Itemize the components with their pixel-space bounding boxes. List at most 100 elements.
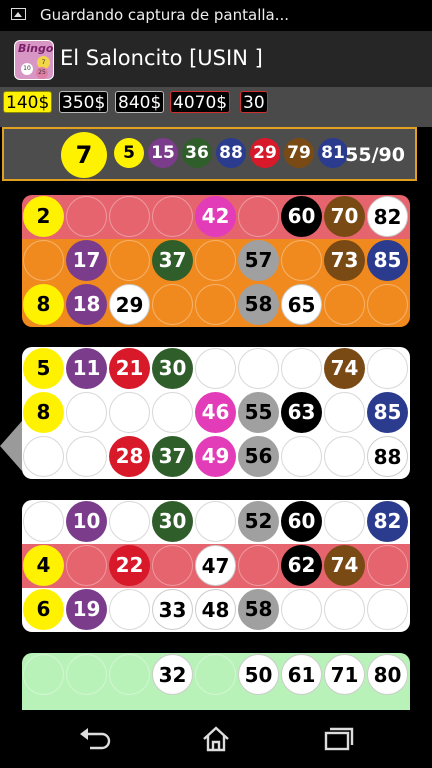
bingo-card[interactable]: 32 50 61 71 80 [22,653,410,710]
card-empty-cell [324,436,365,477]
app-logo-icon[interactable]: Bingo 10 7 25 [14,40,54,80]
card-number[interactable]: 62 [281,545,322,586]
card-number[interactable]: 22 [109,545,150,586]
bingo-card[interactable]: 10 30 52 60 82 4 22 47 62 74 6 19 33 48 58 [22,500,410,632]
card-number[interactable]: 18 [66,284,107,325]
card-empty-cell [367,545,408,586]
card-empty-cell [109,589,150,630]
card-number[interactable]: 21 [109,348,150,389]
card-number[interactable]: 52 [238,501,279,542]
card-empty-cell [23,240,64,281]
card-number[interactable]: 58 [238,284,279,325]
card-number[interactable]: 5 [23,348,64,389]
card-empty-cell [23,436,64,477]
card-number[interactable]: 8 [23,392,64,433]
card-number[interactable]: 33 [152,589,193,630]
card-number[interactable]: 50 [238,654,279,695]
recent-apps-icon[interactable] [316,724,356,754]
current-ball: 7 [61,132,107,178]
card-number[interactable]: 2 [23,196,64,237]
recent-ball: 29 [250,138,280,168]
bingo-card[interactable]: 5 11 21 30 74 8 46 55 63 85 28 37 49 56 88 [22,347,410,479]
card-number[interactable]: 56 [238,436,279,477]
card-number[interactable]: 61 [281,654,322,695]
card-number[interactable]: 37 [152,436,193,477]
card-empty-cell [109,392,150,433]
app-title-bar: Bingo 10 7 25 El Saloncito [USIN ] [0,31,432,87]
card-number[interactable]: 11 [66,348,107,389]
card-number[interactable]: 28 [109,436,150,477]
price-button-140[interactable]: 140$ [3,91,53,113]
card-number[interactable]: 29 [109,284,150,325]
card-number[interactable]: 63 [281,392,322,433]
logo-text: Bingo [18,42,54,55]
price-button-4070[interactable]: 4070$ [170,91,231,113]
card-number[interactable]: 47 [195,545,236,586]
card-number[interactable]: 73 [324,240,365,281]
card-empty-cell [324,392,365,433]
recent-ball: 36 [182,138,212,168]
card-empty-cell [281,240,322,281]
card-number[interactable]: 65 [281,284,322,325]
card-empty-cell [324,501,365,542]
card-empty-cell [195,240,236,281]
card-row: 10 30 52 60 82 [22,500,410,544]
card-number[interactable]: 42 [195,196,236,237]
card-number[interactable]: 57 [238,240,279,281]
card-number[interactable]: 37 [152,240,193,281]
card-empty-cell [281,589,322,630]
card-empty-cell [23,654,64,695]
card-empty-cell [324,284,365,325]
card-empty-cell [66,654,107,695]
card-number[interactable]: 49 [195,436,236,477]
card-number[interactable]: 80 [367,654,408,695]
card-empty-cell [66,196,107,237]
card-number[interactable]: 85 [367,392,408,433]
logo-ball: 10 [21,63,33,75]
card-empty-cell [238,545,279,586]
card-number[interactable]: 10 [66,501,107,542]
card-empty-cell [66,545,107,586]
app-title: El Saloncito [USIN ] [60,46,263,70]
card-number[interactable]: 60 [281,501,322,542]
logo-ball: 25 [36,67,48,79]
card-number[interactable]: 48 [195,589,236,630]
card-number[interactable]: 19 [66,589,107,630]
price-button-840[interactable]: 840$ [115,91,165,113]
card-number[interactable]: 71 [324,654,365,695]
card-number[interactable]: 88 [367,436,408,477]
card-number[interactable]: 4 [23,545,64,586]
card-empty-cell [195,501,236,542]
card-number[interactable]: 30 [152,501,193,542]
card-number[interactable]: 70 [324,196,365,237]
card-empty-cell [152,284,193,325]
price-button-350[interactable]: 350$ [59,91,109,113]
card-row: 6 19 33 48 58 [22,588,410,632]
card-number[interactable]: 32 [152,654,193,695]
bingo-card[interactable]: 2 42 60 70 82 17 37 57 73 85 8 18 29 58 65 [22,195,410,327]
back-icon[interactable] [76,724,116,754]
side-drawer-handle[interactable] [0,421,22,471]
card-row: 8 46 55 63 85 [22,391,410,435]
card-empty-cell [281,348,322,389]
card-number[interactable]: 82 [367,501,408,542]
card-number[interactable]: 55 [238,392,279,433]
card-number[interactable]: 8 [23,284,64,325]
home-icon[interactable] [196,724,236,754]
card-number[interactable]: 58 [238,589,279,630]
card-number[interactable]: 74 [324,545,365,586]
card-empty-cell [367,589,408,630]
card-number[interactable]: 74 [324,348,365,389]
card-empty-cell [367,348,408,389]
card-number[interactable]: 6 [23,589,64,630]
card-number[interactable]: 60 [281,196,322,237]
card-number[interactable]: 30 [152,348,193,389]
recent-ball: 5 [114,138,144,168]
card-number[interactable]: 85 [367,240,408,281]
card-empty-cell [367,284,408,325]
card-number[interactable]: 46 [195,392,236,433]
card-number[interactable]: 82 [367,196,408,237]
price-button-30[interactable]: 30 [240,91,268,113]
card-number[interactable]: 17 [66,240,107,281]
card-row: 4 22 47 62 74 [22,544,410,588]
